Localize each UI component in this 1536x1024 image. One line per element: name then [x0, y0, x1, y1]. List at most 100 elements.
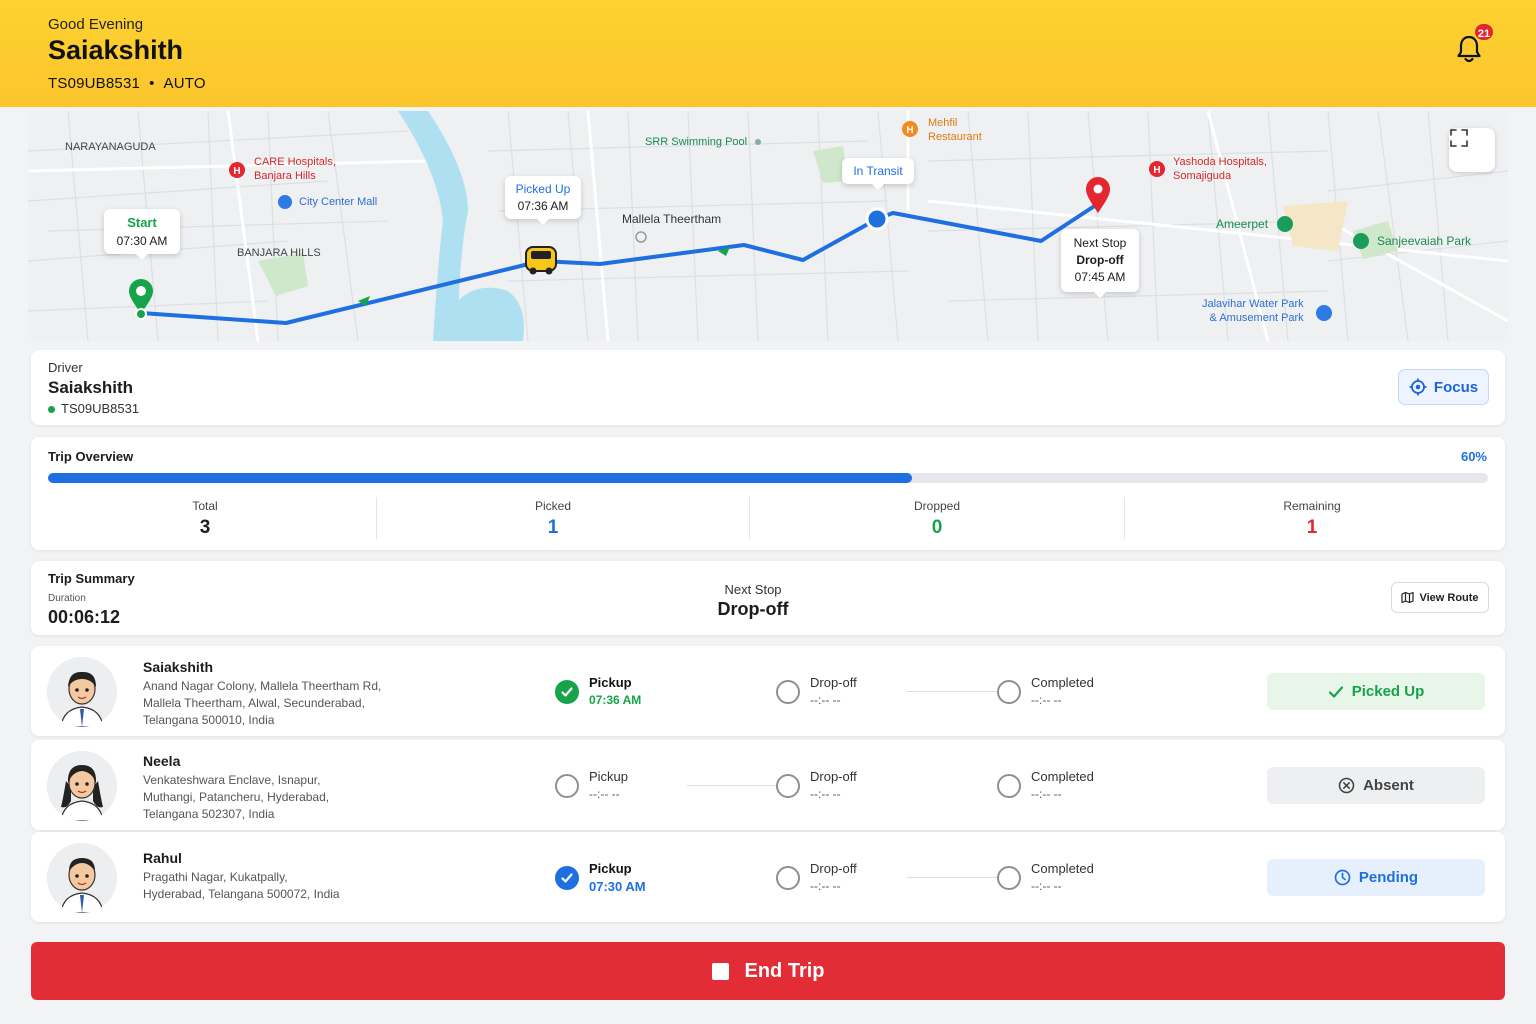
status-badge-pending[interactable]: Pending	[1267, 859, 1485, 896]
pool-marker-icon	[755, 139, 761, 145]
step-time: 07:36 AM	[589, 693, 642, 707]
step-label: Pickup	[589, 769, 629, 784]
park-icon	[1353, 233, 1369, 249]
address-line: Telangana 502307, India	[143, 807, 275, 821]
picked-up-time: 07:36 AM	[517, 199, 569, 213]
stat-dropped-value: 0	[931, 517, 943, 538]
student-card-neela[interactable]: Neela Venkateshwara Enclave, Isnapur, Mu…	[31, 740, 1505, 830]
girl-avatar-icon	[47, 751, 117, 821]
step-connector	[907, 877, 997, 878]
step-time: --:-- --	[810, 787, 841, 801]
metro-icon	[1277, 216, 1293, 232]
end-trip-button[interactable]: End Trip	[31, 942, 1505, 1000]
next-stop-callout-time: 07:45 AM	[1074, 270, 1126, 284]
stat-picked: Picked 1	[503, 499, 603, 539]
empty-circle-icon	[997, 680, 1021, 704]
x-circle-icon	[1338, 777, 1355, 794]
focus-label: Focus	[1433, 378, 1479, 396]
expand-icon	[1450, 129, 1468, 147]
view-route-label: View Route	[1419, 591, 1479, 604]
progress-percent: 60%	[1460, 449, 1487, 464]
view-route-button[interactable]: View Route	[1391, 582, 1489, 613]
stat-total-label: Total	[192, 499, 218, 513]
map-label-banjara-hills: BANJARA HILLS	[237, 247, 321, 259]
status-badge-absent[interactable]: Absent	[1267, 767, 1485, 804]
student-card-saiakshith[interactable]: Saiakshith Anand Nagar Colony, Mallela T…	[31, 646, 1505, 736]
empty-circle-icon	[776, 866, 800, 890]
map-label-ameerpet: Ameerpet	[1216, 217, 1269, 231]
address-line: Telangana 500010, India	[143, 713, 275, 727]
status-label: Picked Up	[1351, 683, 1425, 700]
address-line: Hyderabad, Telangana 500072, India	[143, 887, 340, 901]
duration-label: Duration	[48, 593, 86, 604]
next-stop-label: Next Stop	[724, 582, 782, 597]
stat-divider	[749, 497, 750, 539]
student-card-rahul[interactable]: Rahul Pragathi Nagar, Kukatpally, Hydera…	[31, 832, 1505, 922]
mall-icon	[278, 195, 292, 209]
map-label-jalavihar: Jalavihar Water Park & Amusement Park	[1202, 297, 1304, 325]
empty-circle-icon	[776, 680, 800, 704]
driver-plate-row: TS09UB8531	[48, 401, 139, 416]
route-map[interactable]: H H H NARAYANAGUDA CARE Hospitals, Banjara …	[28, 111, 1508, 341]
stat-remaining: Remaining 1	[1262, 499, 1362, 539]
online-status-dot-icon	[48, 406, 55, 414]
step-time: --:-- --	[1031, 693, 1062, 707]
step-label: Completed	[1031, 675, 1094, 690]
step-time: --:-- --	[810, 693, 841, 707]
separator-dot: •	[149, 75, 155, 92]
student-name: Neela	[143, 753, 181, 769]
focus-button[interactable]: Focus	[1398, 369, 1489, 405]
student-name: Saiakshith	[143, 659, 214, 675]
status-label: Pending	[1358, 869, 1419, 886]
vehicle-number: TS09UB8531	[48, 75, 141, 92]
address-line: Muthangi, Patancheru, Hyderabad,	[143, 790, 330, 804]
yashoda-line2: Somajiguda	[1173, 170, 1232, 182]
mehfil-line1: Mehfil	[928, 117, 958, 129]
check-circle-icon	[555, 866, 579, 890]
next-stop-callout-stop: Drop-off	[1076, 253, 1124, 267]
stat-divider	[376, 497, 377, 539]
map-label-care-hospitals: CARE Hospitals, Banjara Hills	[254, 155, 336, 183]
care-hospitals-line2: Banjara Hills	[254, 170, 316, 182]
student-address: Anand Nagar Colony, Mallela Theertham Rd…	[143, 678, 403, 729]
map-label-yashoda: Yashoda Hospitals, Somajiguda	[1173, 155, 1267, 183]
step-time: 07:30 AM	[589, 879, 646, 894]
driver-card: Driver Saiakshith TS09UB8531 Focus	[31, 350, 1505, 425]
boy-avatar-icon	[47, 657, 117, 727]
notification-badge: 21	[1473, 22, 1495, 42]
stat-divider	[1124, 497, 1125, 539]
map-label-city-center-mall: City Center Mall	[299, 196, 378, 208]
jalavihar-line2: & Amusement Park	[1209, 312, 1304, 324]
status-badge-picked-up[interactable]: Picked Up	[1267, 673, 1485, 710]
progress-fill	[48, 473, 912, 483]
stat-total: Total 3	[155, 499, 255, 539]
trip-summary-title: Trip Summary	[48, 571, 135, 586]
step-label: Drop-off	[810, 861, 857, 876]
next-stop-callout-label: Next Stop	[1073, 236, 1127, 250]
auto-rickshaw-icon	[525, 246, 557, 275]
expand-map-button[interactable]	[1449, 128, 1495, 172]
step-time: --:-- --	[1031, 787, 1062, 801]
driver-plate: TS09UB8531	[61, 401, 140, 416]
care-hospitals-line1: CARE Hospitals,	[254, 156, 336, 168]
map-label-narayanaguda: NARAYANAGUDA	[65, 141, 156, 153]
avatar	[47, 843, 117, 913]
step-time: --:-- --	[589, 787, 620, 801]
end-trip-label: End Trip	[744, 959, 825, 982]
duration-value: 00:06:12	[48, 607, 121, 627]
driver-label: Driver	[48, 360, 83, 375]
step-label: Completed	[1031, 861, 1094, 876]
step-time: --:-- --	[810, 879, 841, 893]
stat-remaining-value: 1	[1306, 517, 1318, 538]
in-transit-label: In Transit	[853, 164, 903, 178]
map-label-mallela: Mallela Theertham	[622, 212, 722, 226]
status-label: Absent	[1363, 777, 1414, 794]
stat-dropped-label: Dropped	[913, 499, 961, 513]
trip-summary-card: Trip Summary Duration 00:06:12 Next Stop…	[31, 561, 1505, 635]
in-transit-dot-icon	[865, 207, 889, 231]
stat-dropped: Dropped 0	[887, 499, 987, 539]
address-line: Anand Nagar Colony, Mallela Theertham Rd…	[143, 679, 382, 693]
svg-text:H: H	[906, 125, 913, 136]
avatar	[47, 657, 117, 727]
clock-icon	[1334, 869, 1351, 886]
